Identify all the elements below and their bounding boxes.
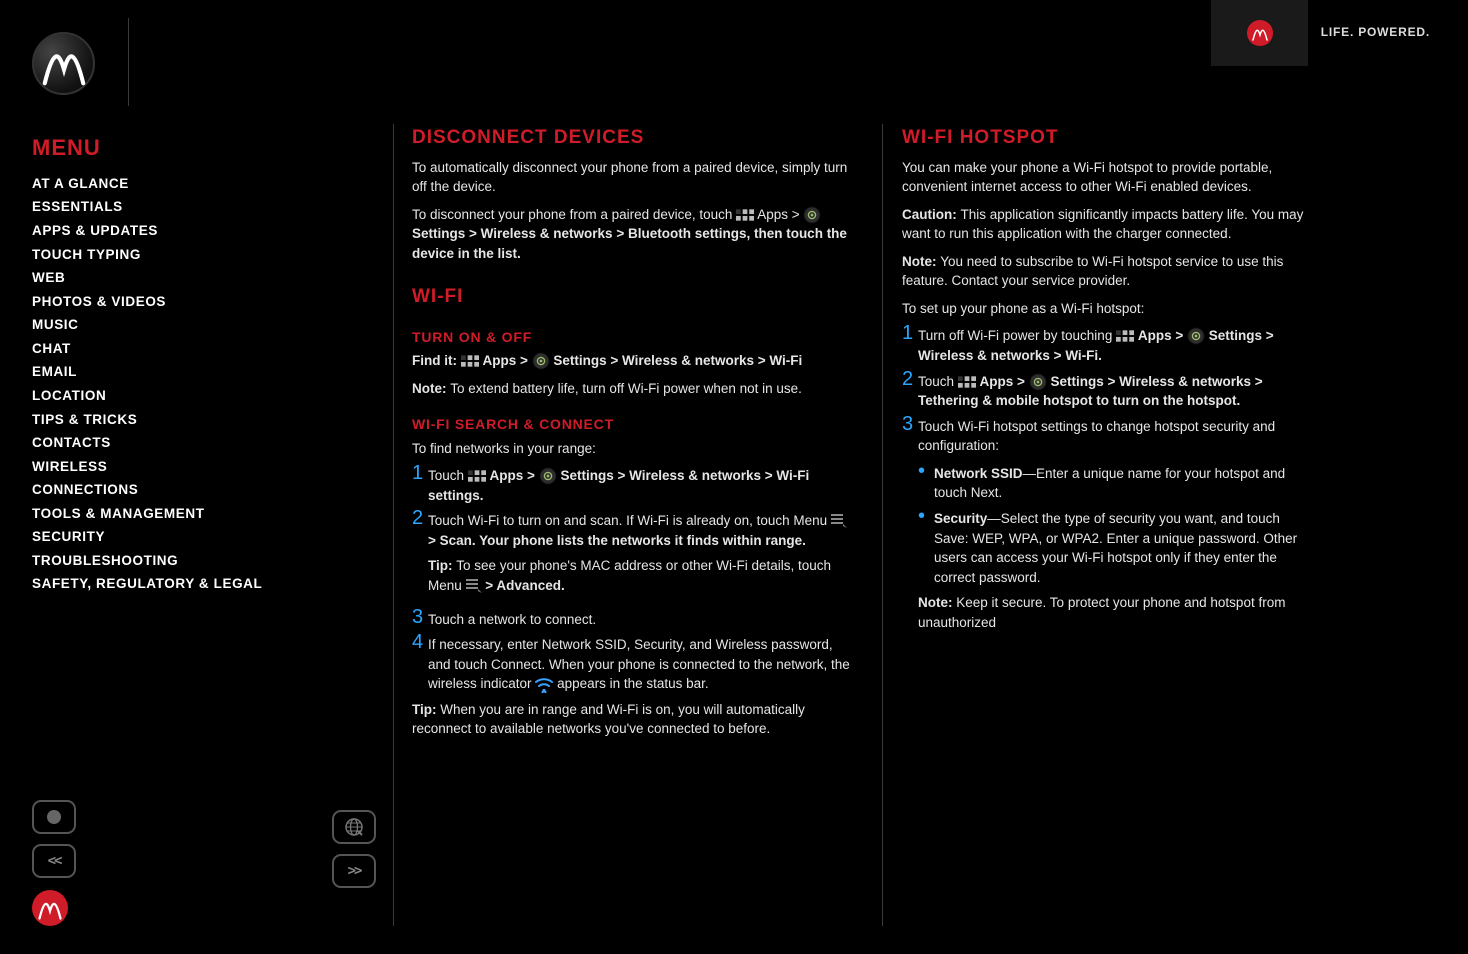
text: Caution: This application significantly … — [902, 205, 1314, 244]
menu-items: AT A GLANCE ESSENTIALS APPS & UPDATES TO… — [32, 174, 362, 594]
sidebar-item-music[interactable]: MUSIC — [32, 315, 362, 335]
menu-icon — [466, 579, 482, 593]
sidebar-item-apps-updates[interactable]: APPS & UPDATES — [32, 221, 362, 241]
content-col-right: WI-FI HOTSPOT You can make your phone a … — [902, 124, 1354, 646]
list-item: 1 Touch Apps > Settings > Wireless & net… — [412, 466, 852, 505]
life-powered-badge — [1211, 0, 1308, 66]
sidebar-item-email[interactable]: EMAIL — [32, 362, 362, 382]
text: To automatically disconnect your phone f… — [412, 158, 852, 197]
sidebar-item-essentials[interactable]: ESSENTIALS — [32, 197, 362, 217]
header: LIFE. POWERED. — [0, 0, 1468, 105]
text: Find it: Apps > Settings > Wireless & ne… — [412, 351, 852, 371]
header-divider — [128, 18, 129, 106]
heading-wifi: WI-FI — [412, 283, 852, 311]
home-button[interactable] — [32, 800, 76, 834]
sidebar-item-tips-tricks[interactable]: TIPS & TRICKS — [32, 410, 362, 430]
text: Tip: When you are in range and Wi-Fi is … — [412, 700, 852, 739]
sidebar-item-chat[interactable]: CHAT — [32, 339, 362, 359]
text: To disconnect your phone from a paired d… — [412, 205, 852, 264]
sidebar-item-tools-mgmt[interactable]: TOOLS & MANAGEMENT — [32, 504, 362, 524]
list-item: 3Touch a network to connect. — [412, 610, 852, 630]
sidebar-item-touch-typing[interactable]: TOUCH TYPING — [32, 245, 362, 265]
sidebar-item-web[interactable]: WEB — [32, 268, 362, 288]
settings-gear-icon — [532, 352, 550, 370]
settings-gear-icon — [803, 206, 821, 224]
life-powered-text: LIFE. POWERED. — [1321, 24, 1430, 41]
motorola-footer-logo — [32, 890, 68, 926]
settings-gear-icon — [1029, 373, 1047, 391]
apps-grid-icon — [958, 375, 976, 389]
footer-left-controls: << — [32, 800, 76, 926]
list-item: 2 Touch Wi-Fi to turn on and scan. If Wi… — [412, 511, 852, 603]
content-col-left: DISCONNECT DEVICES To automatically disc… — [412, 124, 864, 747]
column-divider-2 — [882, 124, 883, 926]
sidebar: MENU AT A GLANCE ESSENTIALS APPS & UPDAT… — [32, 132, 362, 598]
menu-title: MENU — [32, 132, 362, 164]
prev-page-button[interactable]: << — [32, 844, 76, 878]
sidebar-item-safety-legal[interactable]: SAFETY, REGULATORY & LEGAL — [32, 574, 362, 594]
settings-gear-icon — [539, 467, 557, 485]
apps-grid-icon — [736, 208, 754, 222]
sidebar-item-location[interactable]: LOCATION — [32, 386, 362, 406]
list-item: 3 Touch Wi-Fi hotspot settings to change… — [902, 417, 1314, 641]
apps-grid-icon — [468, 469, 486, 483]
text: To set up your phone as a Wi-Fi hotspot: — [902, 299, 1314, 319]
menu-icon — [831, 514, 847, 528]
apps-grid-icon — [461, 354, 479, 368]
footer-right-controls: >> — [332, 810, 376, 888]
settings-gear-icon — [1187, 327, 1205, 345]
sidebar-item-at-a-glance[interactable]: AT A GLANCE — [32, 174, 362, 194]
text: Note: To extend battery life, turn off W… — [412, 379, 852, 399]
apps-grid-icon — [1116, 329, 1134, 343]
text: Note: You need to subscribe to Wi-Fi hot… — [902, 252, 1314, 291]
list-item: 1 Turn off Wi-Fi power by touching Apps … — [902, 326, 1314, 365]
text: You can make your phone a Wi-Fi hotspot … — [902, 158, 1314, 197]
sidebar-item-troubleshooting[interactable]: TROUBLESHOOTING — [32, 551, 362, 571]
sidebar-item-connections[interactable]: CONNECTIONS — [32, 480, 362, 500]
column-divider-1 — [393, 124, 394, 926]
list-item: 2 Touch Apps > Settings > Wireless & net… — [902, 372, 1314, 411]
wifi-icon — [535, 675, 553, 693]
next-page-button[interactable]: >> — [332, 854, 376, 888]
sidebar-item-photos-videos[interactable]: PHOTOS & VIDEOS — [32, 292, 362, 312]
heading-disconnect-devices: DISCONNECT DEVICES — [412, 124, 852, 152]
text: To find networks in your range: — [412, 439, 852, 459]
sidebar-item-contacts[interactable]: CONTACTS — [32, 433, 362, 453]
heading-wifi-search-connect: WI-FI SEARCH & CONNECT — [412, 414, 852, 434]
sidebar-item-wireless[interactable]: WIRELESS — [32, 457, 362, 477]
search-button[interactable] — [332, 810, 376, 844]
logo — [32, 32, 95, 95]
heading-wifi-hotspot: WI-FI HOTSPOT — [902, 124, 1314, 152]
list-item: 4 If necessary, enter Network SSID, Secu… — [412, 635, 852, 694]
heading-turn-on-off: TURN ON & OFF — [412, 327, 852, 347]
sidebar-item-security[interactable]: SECURITY — [32, 527, 362, 547]
